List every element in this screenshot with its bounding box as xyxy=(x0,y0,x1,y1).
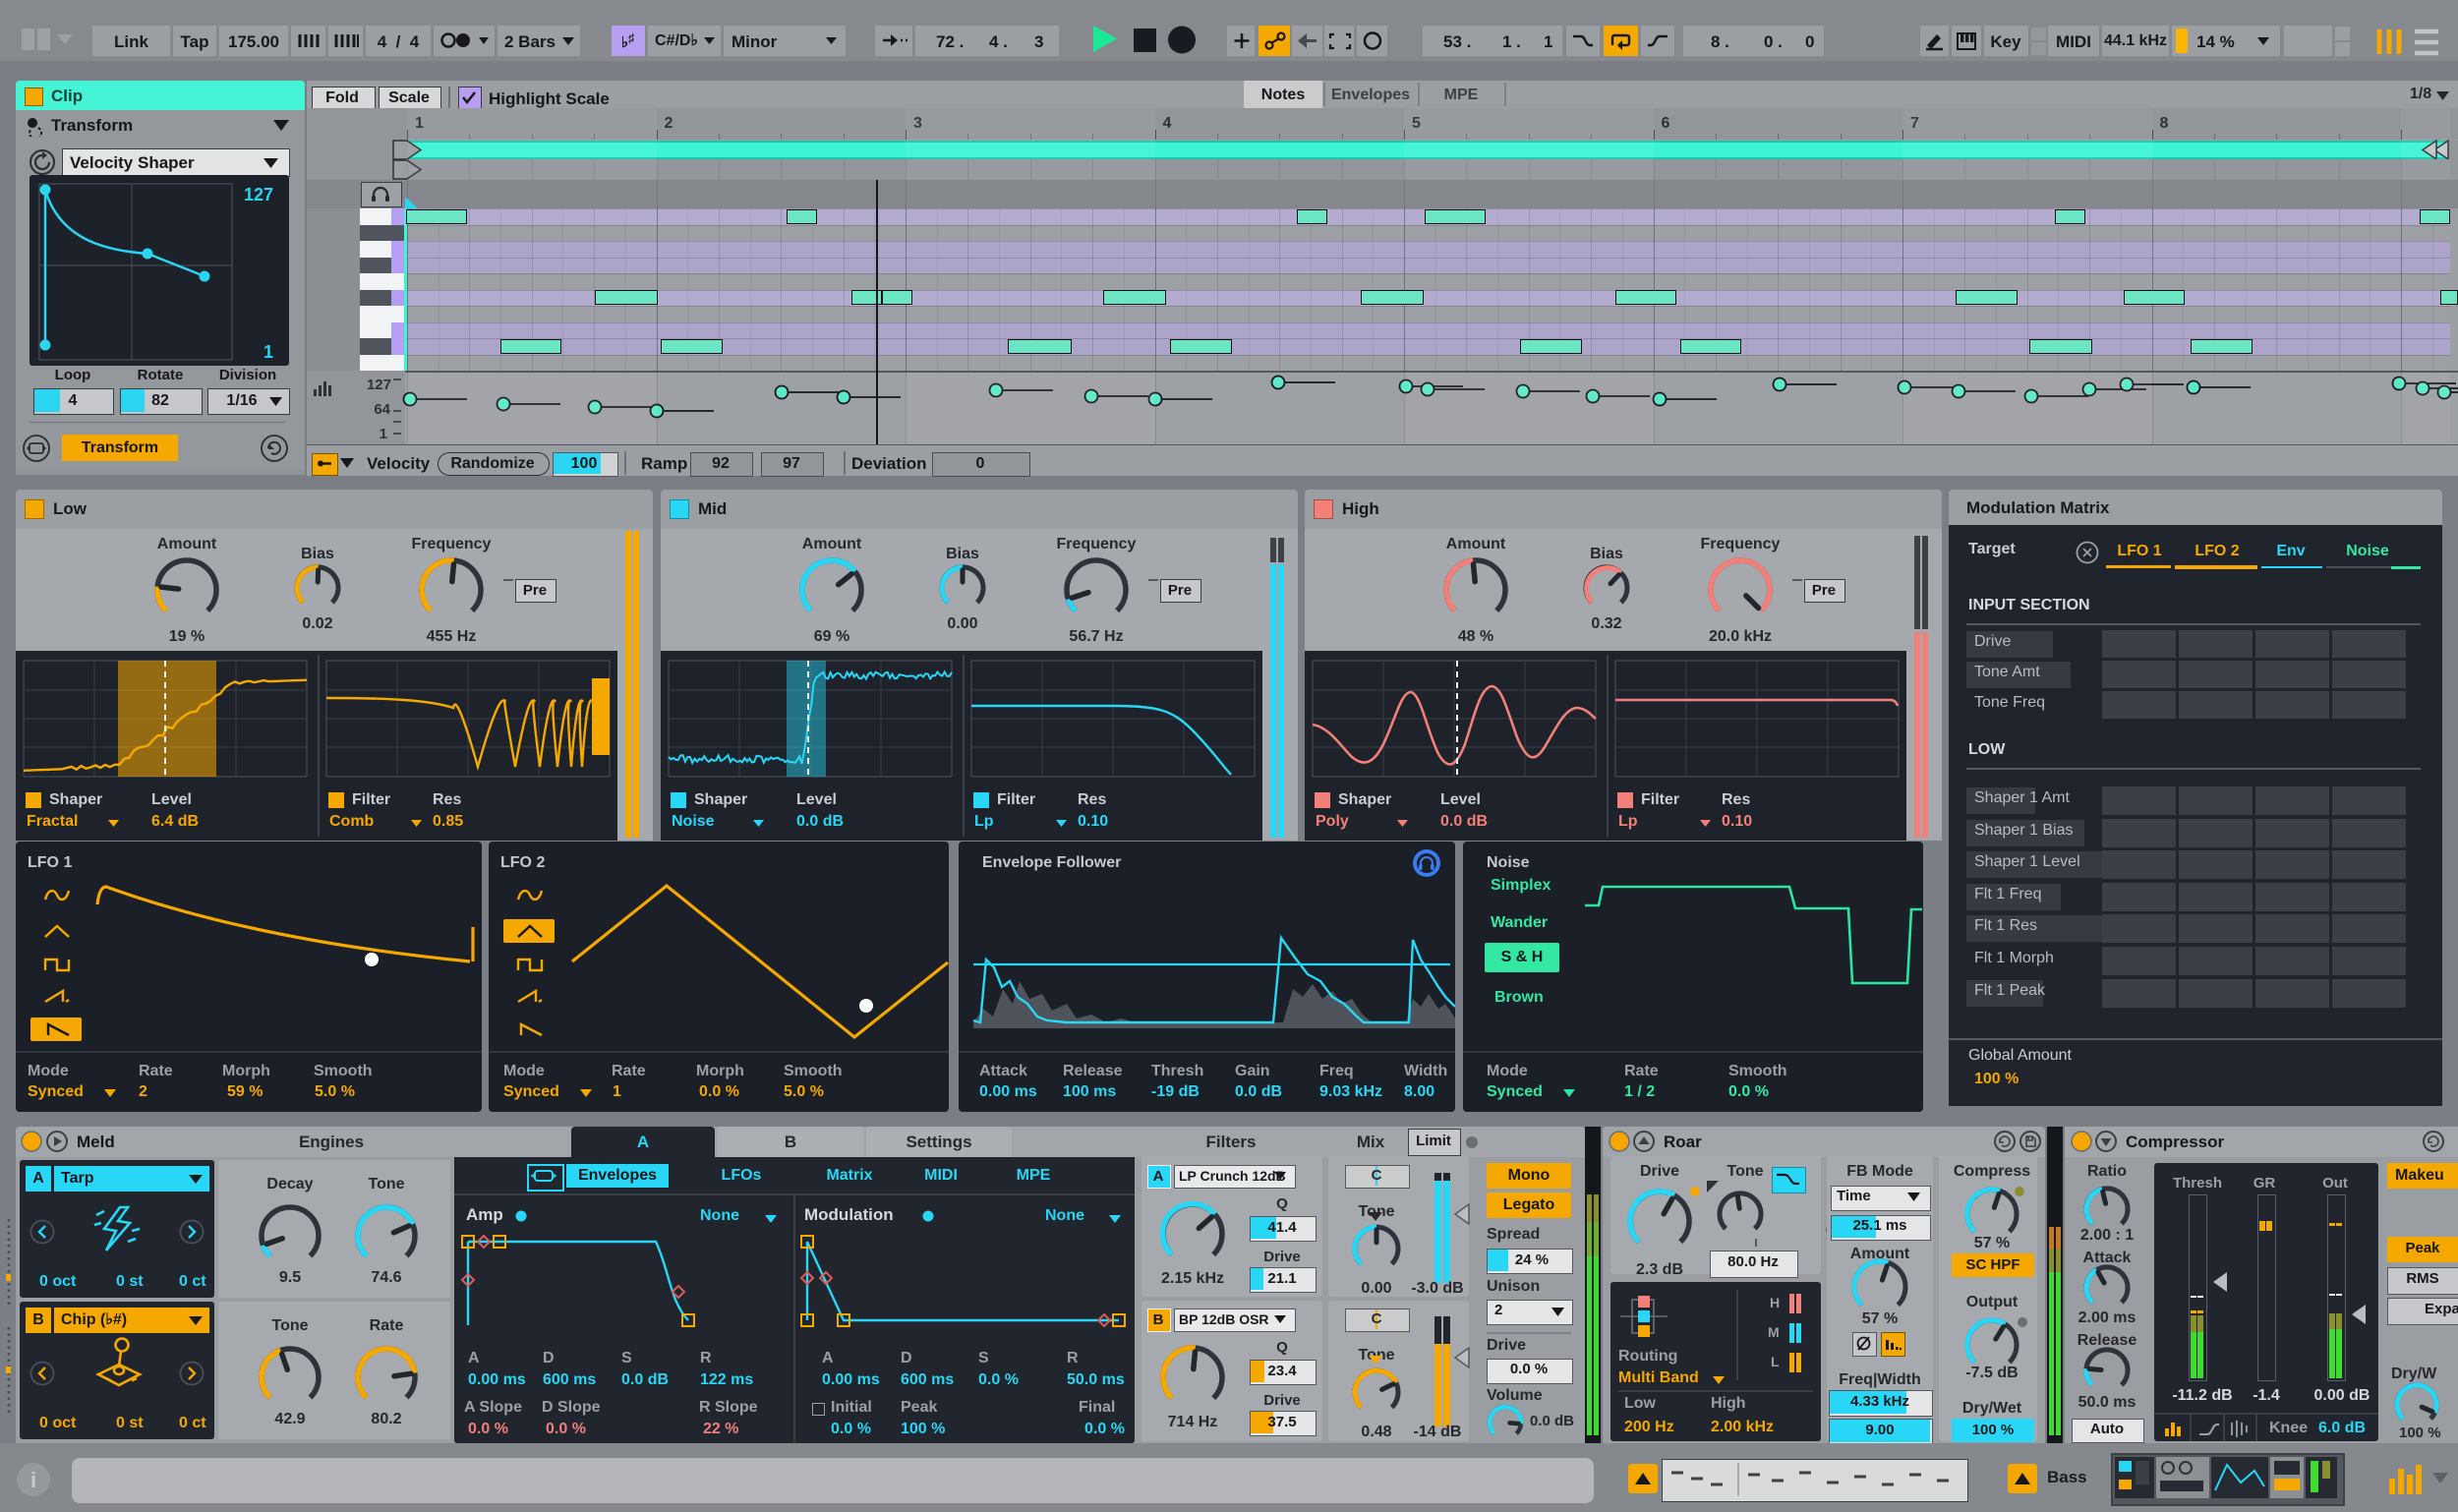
svg-text:127: 127 xyxy=(244,185,273,204)
svg-text:♯: ♯ xyxy=(628,30,635,45)
svg-text:i: i xyxy=(30,1468,36,1492)
svg-text:1: 1 xyxy=(263,342,273,362)
